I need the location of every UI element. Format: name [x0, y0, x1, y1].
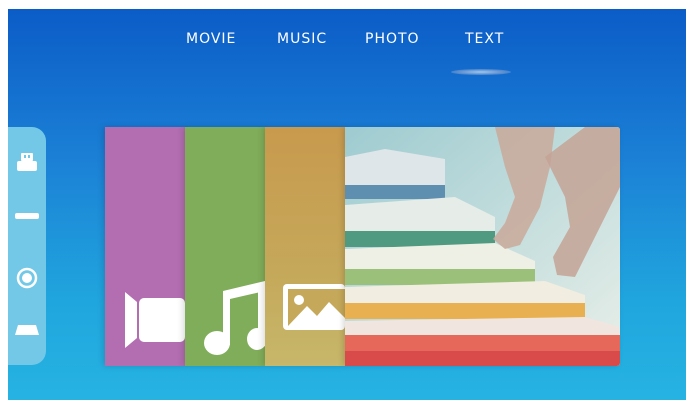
books-stack-image: [345, 127, 620, 366]
usb-drive-icon: [17, 153, 37, 171]
sidebar-item-usb[interactable]: [12, 147, 42, 177]
tab-text[interactable]: TEXT: [465, 31, 504, 47]
music-note-icon: [204, 281, 265, 355]
sidebar-item-hard-drive[interactable]: [12, 201, 42, 231]
image-icon: [283, 284, 345, 330]
disc-icon: [16, 267, 38, 289]
media-browser-screen: MOVIE MUSIC PHOTO TEXT: [8, 9, 686, 400]
card-reader-icon: [15, 325, 39, 335]
source-sidebar: [8, 127, 46, 365]
card-text[interactable]: [345, 127, 620, 366]
hard-drive-icon: [15, 213, 39, 219]
card-movie[interactable]: [105, 127, 185, 366]
card-photo[interactable]: [265, 127, 345, 366]
category-tabs: MOVIE MUSIC PHOTO TEXT: [8, 31, 686, 51]
tab-music[interactable]: MUSIC: [277, 31, 327, 47]
tab-movie[interactable]: MOVIE: [186, 31, 236, 47]
sidebar-item-card-reader[interactable]: [12, 315, 42, 345]
active-tab-indicator: [451, 69, 511, 75]
card-music[interactable]: [185, 127, 265, 366]
sidebar-item-disc[interactable]: [12, 263, 42, 293]
video-camera-icon: [125, 292, 185, 348]
tab-photo[interactable]: PHOTO: [365, 31, 420, 47]
category-cards: [105, 127, 620, 366]
